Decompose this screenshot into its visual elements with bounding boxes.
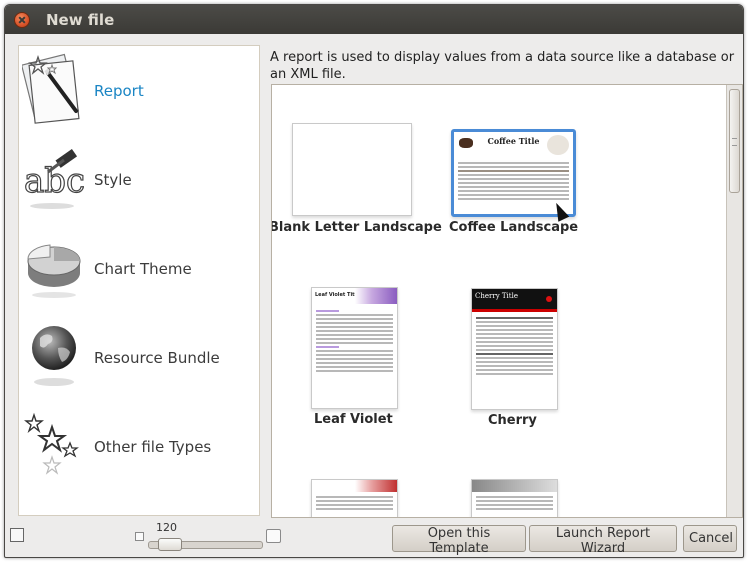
stars-icon [22, 407, 84, 487]
title-bar: New file [5, 5, 743, 34]
cancel-button[interactable]: Cancel [683, 525, 737, 552]
zoom-in-icon[interactable] [266, 529, 281, 543]
chart-theme-icon [22, 229, 84, 309]
new-file-dialog: New file Report abc Style Chart Theme Re… [4, 4, 744, 558]
template-label-coffee: Coffee Landscape [449, 220, 579, 235]
zoom-label: 120 [156, 521, 177, 534]
template-thumb-leaf-red[interactable] [311, 479, 398, 517]
category-label-report: Report [94, 81, 144, 100]
template-thumb-leaf-violet[interactable]: Leaf Violet Title [311, 287, 398, 409]
template-thumb-gray[interactable] [471, 479, 558, 517]
report-icon [20, 51, 84, 131]
leaf-violet-thumb-title: Leaf Violet Title [315, 292, 360, 298]
coffee-thumb-rows [458, 162, 569, 202]
category-label-other-file-types: Other file Types [94, 437, 212, 456]
category-list: Report abc Style Chart Theme Resource Bu… [18, 45, 260, 516]
globe-icon [22, 318, 84, 398]
open-template-button[interactable]: Open this Template [392, 525, 526, 556]
category-label-style: Style [94, 170, 132, 189]
zoom-slider-handle[interactable] [158, 538, 182, 551]
category-item-resource-bundle[interactable]: Resource Bundle [19, 313, 257, 402]
template-scrollbar[interactable] [726, 85, 742, 517]
coffee-beans-icon [459, 138, 473, 148]
template-description: A report is used to display values from … [270, 50, 735, 82]
cherry-icon [546, 296, 552, 302]
window-title: New file [46, 10, 115, 29]
close-button[interactable] [14, 11, 30, 28]
template-label-cherry: Cherry [488, 413, 537, 428]
launch-report-wizard-button[interactable]: Launch Report Wizard [529, 525, 677, 556]
template-thumb-cherry[interactable]: Cherry Title [471, 288, 558, 410]
cherry-stripe [472, 309, 557, 312]
category-item-other-file-types[interactable]: Other file Types [19, 402, 257, 491]
zoom-out-icon[interactable] [135, 532, 144, 541]
coffee-cup-icon [547, 135, 569, 155]
fit-view-icon[interactable] [10, 528, 24, 542]
category-item-style[interactable]: abc Style [19, 135, 257, 224]
gray-thumb-rows [476, 496, 553, 512]
category-item-report[interactable]: Report [19, 46, 257, 135]
leaf-red-thumb-rows [316, 496, 393, 512]
bottom-bar: 120 Open this Template Launch Report Wiz… [5, 519, 743, 557]
style-icon: abc [22, 140, 86, 220]
template-thumb-blank[interactable] [292, 123, 412, 216]
category-label-chart-theme: Chart Theme [94, 259, 192, 278]
template-label-leaf-violet: Leaf Violet [314, 412, 393, 427]
scrollbar-thumb[interactable] [729, 89, 740, 193]
leaf-violet-thumb-rows [316, 310, 393, 374]
template-label-blank: Blank Letter Landscape [271, 220, 442, 235]
red-banner [355, 480, 397, 492]
template-gallery: Blank Letter Landscape Coffee Title Coff… [271, 84, 743, 518]
gray-banner [472, 480, 557, 492]
category-label-resource-bundle: Resource Bundle [94, 348, 220, 367]
violet-banner [355, 288, 397, 304]
cherry-thumb-rows [476, 317, 553, 377]
cherry-thumb-title: Cherry Title [475, 292, 518, 300]
category-item-chart-theme[interactable]: Chart Theme [19, 224, 257, 313]
